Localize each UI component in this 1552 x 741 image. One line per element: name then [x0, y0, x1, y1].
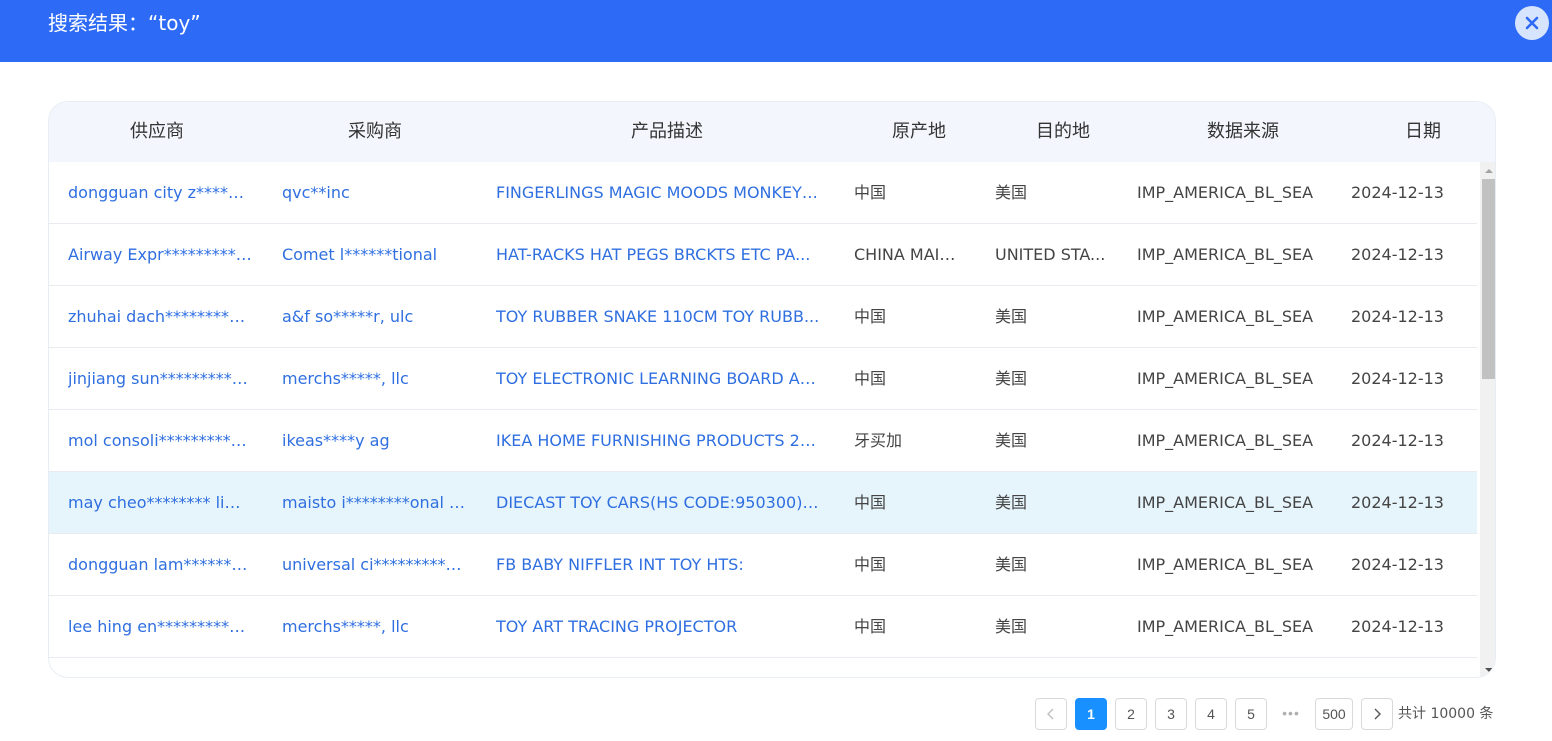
source-cell: IMP_AMERICA_BL_SEA [1137, 493, 1314, 512]
table-body: dongguan city z*********... qvc**inc FIN… [49, 162, 1477, 677]
prev-page-button[interactable] [1035, 698, 1067, 730]
table-row[interactable]: jinjiang sun***********on... merchs*****… [49, 348, 1477, 410]
origin-cell: 中国 [854, 369, 887, 388]
buyer-link[interactable]: ikeas****y ag [282, 410, 466, 472]
supplier-link[interactable]: may cheo******** limited [68, 472, 252, 534]
date-cell: 2024-12-13 [1351, 369, 1444, 388]
supplier-link[interactable]: zhuhai dach***********&... [68, 286, 252, 348]
table-row[interactable]: zhuhai dach***********&... a&f so*****r,… [49, 286, 1477, 348]
supplier-link[interactable]: dongguan lam**********... [68, 534, 252, 596]
column-header-supplier[interactable]: 供应商 [57, 102, 257, 162]
description-link[interactable]: FB BABY NIFFLER INT TOY HTS: [496, 534, 821, 596]
date-cell: 2024-12-13 [1351, 617, 1444, 636]
source-cell: IMP_AMERICA_BL_SEA [1137, 183, 1314, 202]
description-link[interactable]: IKEA HOME FURNISHING PRODUCTS 21... [496, 410, 821, 472]
date-cell: 2024-12-13 [1351, 431, 1444, 450]
origin-cell: 牙买加 [854, 431, 903, 450]
table-row[interactable]: may cheo******** limited maisto i*******… [49, 472, 1477, 534]
table-row[interactable] [49, 658, 1477, 677]
page-button-5[interactable]: 5 [1235, 698, 1267, 730]
column-header-source[interactable]: 数据来源 [1143, 102, 1343, 162]
page-button-4[interactable]: 4 [1195, 698, 1227, 730]
vertical-scrollbar[interactable] [1480, 162, 1495, 677]
modal-header: 搜索结果：“toy” [0, 0, 1552, 62]
source-cell: IMP_AMERICA_BL_SEA [1137, 369, 1314, 388]
destination-cell: 美国 [995, 369, 1028, 388]
date-cell: 2024-12-13 [1351, 555, 1444, 574]
column-header-destination[interactable]: 目的地 [1003, 102, 1123, 162]
date-cell: 2024-12-13 [1351, 245, 1444, 264]
table-row[interactable]: Airway Expr**********on... Comet l******… [49, 224, 1477, 286]
date-cell: 2024-12-13 [1351, 183, 1444, 202]
origin-cell: 中国 [854, 183, 887, 202]
date-cell: 2024-12-13 [1351, 307, 1444, 326]
source-cell: IMP_AMERICA_BL_SEA [1137, 617, 1314, 636]
source-cell: IMP_AMERICA_BL_SEA [1137, 245, 1314, 264]
source-cell: IMP_AMERICA_BL_SEA [1137, 555, 1314, 574]
buyer-link[interactable]: maisto i********onal inc [282, 472, 466, 534]
destination-cell: 美国 [995, 183, 1028, 202]
scroll-down-button[interactable] [1480, 661, 1495, 677]
column-header-date[interactable]: 日期 [1373, 102, 1473, 162]
destination-cell: UNITED STA... [995, 245, 1106, 264]
source-cell: IMP_AMERICA_BL_SEA [1137, 307, 1314, 326]
page-button-last[interactable]: 500 [1315, 698, 1353, 730]
column-header-origin[interactable]: 原产地 [859, 102, 979, 162]
description-link[interactable]: DIECAST TOY CARS(HS CODE:950300) ... [496, 472, 821, 534]
buyer-link[interactable]: merchs*****, llc [282, 596, 466, 658]
table-row[interactable]: dongguan lam**********... universal ci**… [49, 534, 1477, 596]
destination-cell: 美国 [995, 431, 1028, 450]
origin-cell: 中国 [854, 617, 887, 636]
origin-cell: 中国 [854, 555, 887, 574]
page-button-3[interactable]: 3 [1155, 698, 1187, 730]
description-link[interactable]: TOY ELECTRONIC LEARNING BOARD AL... [496, 348, 821, 410]
destination-cell: 美国 [995, 617, 1028, 636]
supplier-link[interactable]: Airway Expr**********on... [68, 224, 252, 286]
source-cell: IMP_AMERICA_BL_SEA [1137, 431, 1314, 450]
buyer-link[interactable]: universal ci***********en... [282, 534, 466, 596]
buyer-link[interactable]: Comet l******tional [282, 224, 466, 286]
supplier-link[interactable]: jinjiang sun***********on... [68, 348, 252, 410]
table-row[interactable]: dongguan city z*********... qvc**inc FIN… [49, 162, 1477, 224]
next-page-button[interactable] [1361, 698, 1393, 730]
description-link[interactable]: TOY ART TRACING PROJECTOR [496, 596, 821, 658]
triangle-up-icon [1484, 168, 1493, 173]
triangle-down-icon [1484, 667, 1493, 672]
modal-title: 搜索结果：“toy” [48, 11, 201, 35]
total-count: 共计 10000 条 [1398, 706, 1494, 722]
destination-cell: 美国 [995, 555, 1028, 574]
description-link[interactable]: TOY RUBBER SNAKE 110CM TOY RUBB... [496, 286, 821, 348]
origin-cell: 中国 [854, 307, 887, 326]
description-link[interactable]: FINGERLINGS MAGIC MOODS MONKEY ... [496, 162, 821, 224]
close-icon [1525, 16, 1539, 30]
buyer-link[interactable]: a&f so*****r, ulc [282, 286, 466, 348]
destination-cell: 美国 [995, 307, 1028, 326]
supplier-link[interactable]: dongguan city z*********... [68, 162, 252, 224]
results-table: 供应商 采购商 产品描述 原产地 目的地 数据来源 日期 dongguan ci… [48, 101, 1496, 678]
scroll-up-button[interactable] [1480, 162, 1495, 179]
table-row[interactable]: lee hing en***********in... merchs*****,… [49, 596, 1477, 658]
supplier-link[interactable]: mol consoli***********ic... [68, 410, 252, 472]
column-header-buyer[interactable]: 采购商 [275, 102, 475, 162]
table-header: 供应商 采购商 产品描述 原产地 目的地 数据来源 日期 [49, 102, 1495, 162]
column-header-description[interactable]: 产品描述 [517, 102, 817, 162]
page-button-1[interactable]: 1 [1075, 698, 1107, 730]
description-link[interactable]: HAT-RACKS HAT PEGS BRCKTS ETC PA... [496, 224, 821, 286]
origin-cell: 中国 [854, 493, 887, 512]
buyer-link[interactable]: merchs*****, llc [282, 348, 466, 410]
origin-cell: CHINA MAIN... [854, 245, 966, 264]
chevron-left-icon [1047, 708, 1054, 720]
date-cell: 2024-12-13 [1351, 493, 1444, 512]
jump-next-ellipsis[interactable]: ••• [1275, 698, 1307, 730]
page-button-2[interactable]: 2 [1115, 698, 1147, 730]
chevron-right-icon [1374, 708, 1381, 720]
close-button[interactable] [1515, 6, 1549, 40]
table-row[interactable]: mol consoli***********ic... ikeas****y a… [49, 410, 1477, 472]
buyer-link[interactable]: qvc**inc [282, 162, 466, 224]
scrollbar-thumb[interactable] [1482, 179, 1495, 379]
supplier-link[interactable]: lee hing en***********in... [68, 596, 252, 658]
destination-cell: 美国 [995, 493, 1028, 512]
